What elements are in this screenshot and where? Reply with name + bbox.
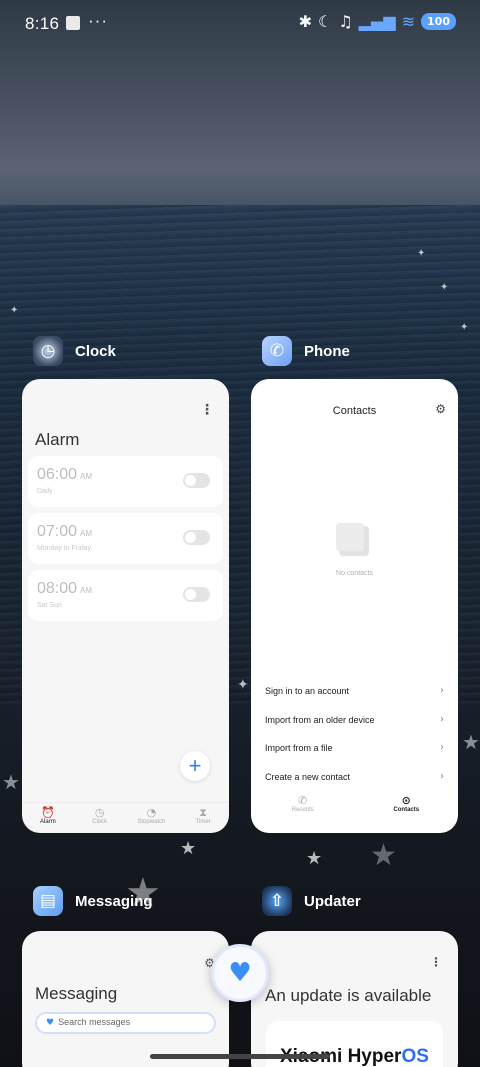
signal-icon: ▂▄▆ (358, 12, 396, 31)
alarm-toggle[interactable] (183, 473, 210, 488)
alarm-time: 07:00 AM (37, 523, 93, 540)
clock-icon: ◷ (94, 806, 105, 819)
phone-app-name: Phone (304, 342, 350, 360)
floating-heart-button[interactable]: ♥ (211, 944, 269, 1002)
alarm-repeat: Monday to Friday (37, 545, 92, 552)
alarm-row[interactable]: 07:00 AM Monday to Friday (28, 513, 223, 564)
timer-icon: ⧗ (199, 806, 207, 819)
clock-app-name: Clock (75, 342, 116, 360)
tab-recents[interactable]: ✆ Recents (251, 791, 355, 814)
alarm-repeat: Sat Sun (37, 602, 62, 609)
updater-recent-card[interactable]: ⋮ An update is available Xiaomi HyperOS (251, 931, 458, 1067)
wallpaper-star: ★ (180, 838, 197, 859)
tab-timer[interactable]: ⧗ Timer (177, 803, 229, 832)
bluetooth-icon: ✱ (298, 12, 313, 31)
phone-bottom-nav: ✆ Recents ⊙ Contacts (251, 791, 459, 814)
wallpaper-star: ★ (462, 730, 480, 754)
heart-icon: ♥ (228, 958, 252, 988)
sign-in-account-row[interactable]: Sign in to an account › (265, 685, 444, 706)
notification-square-icon (66, 16, 80, 30)
contacts-screen-title: Contacts (332, 405, 377, 417)
alarm-repeat: Daily (37, 488, 53, 495)
alarm-time: 06:00 AM (37, 466, 93, 483)
tab-stopwatch[interactable]: ◔ Stopwatch (126, 803, 178, 832)
search-messages-input[interactable]: ♥ Search messages (35, 1012, 216, 1034)
wallpaper-star: ✦ (237, 677, 249, 693)
update-available-title: An update is available (265, 986, 432, 1005)
status-bar: 8:16 ··· ✱ ☾ ♫ ▂▄▆ ≋ 100 (0, 0, 480, 46)
empty-contacts-icon (336, 523, 369, 556)
stopwatch-icon: ◔ (146, 806, 157, 819)
import-older-device-row[interactable]: Import from an older device › (265, 714, 444, 735)
updater-app-name: Updater (304, 892, 361, 910)
clock-recent-card[interactable]: ⋮ Alarm 06:00 AM Daily 07:00 AM Monday to … (22, 379, 229, 833)
do-not-disturb-icon: ☾ (318, 12, 333, 31)
wallpaper-star: ✦ (417, 248, 426, 259)
wallpaper-star: ✦ (440, 282, 449, 293)
settings-gear-icon[interactable]: ⚙ (435, 402, 446, 416)
chevron-right-icon: › (440, 771, 444, 782)
contacts-icon: ⊙ (401, 794, 411, 807)
create-contact-row[interactable]: Create a new contact › (265, 771, 444, 792)
wallpaper-star: ✦ (460, 322, 469, 333)
tab-contacts[interactable]: ⊙ Contacts (355, 791, 459, 814)
phone-recent-card[interactable]: Contacts ⚙ No contacts Sign in to an acc… (251, 379, 458, 833)
silent-bell-icon: ♫ (338, 12, 353, 31)
clock-app-header[interactable]: ◷ Clock (33, 336, 116, 366)
import-file-row[interactable]: Import from a file › (265, 742, 444, 763)
messaging-screen-title: Messaging (35, 984, 118, 1003)
tab-alarm[interactable]: ⏰ Alarm (22, 803, 74, 832)
status-time: 8:16 (25, 14, 60, 33)
more-options-icon[interactable]: ⋮ (200, 401, 214, 418)
clock-app-icon: ◷ (33, 336, 63, 366)
wallpaper-star: ★ (2, 770, 20, 794)
chevron-right-icon: › (440, 714, 444, 725)
messaging-app-icon: ▤ (33, 886, 63, 916)
tab-clock[interactable]: ◷ Clock (74, 803, 126, 832)
more-notifications-icon: ··· (88, 11, 108, 30)
chevron-right-icon: › (440, 742, 444, 753)
updater-app-header[interactable]: ⇧ Updater (262, 886, 361, 916)
updater-app-icon: ⇧ (262, 886, 292, 916)
messaging-recent-card[interactable]: ⚙ Messaging ♥ Search messages (22, 931, 229, 1067)
alarm-time: 08:00 AM (37, 580, 93, 597)
wallpaper-star: ✦ (10, 305, 19, 316)
clock-bottom-nav: ⏰ Alarm ◷ Clock ◔ Stopwatch ⧗ Timer (22, 802, 229, 832)
phone-app-header[interactable]: ✆ Phone (262, 336, 350, 366)
alarm-toggle[interactable] (183, 587, 210, 602)
wifi-icon: ≋ (401, 12, 416, 31)
wallpaper-star: ★ (370, 838, 397, 873)
alarm-toggle[interactable] (183, 530, 210, 545)
alarm-row[interactable]: 08:00 AM Sat Sun (28, 570, 223, 621)
alarm-screen-title: Alarm (35, 430, 80, 449)
phone-app-icon: ✆ (262, 336, 292, 366)
recents-icon: ✆ (298, 794, 308, 807)
alarm-icon: ⏰ (41, 806, 55, 819)
home-indicator[interactable] (150, 1054, 330, 1059)
battery-icon: 100 (421, 13, 456, 30)
messaging-app-name: Messaging (75, 892, 153, 910)
chevron-right-icon: › (440, 685, 444, 696)
messaging-app-header[interactable]: ▤ Messaging (33, 886, 153, 916)
alarm-row[interactable]: 06:00 AM Daily (28, 456, 223, 507)
status-icons: ✱ ☾ ♫ ▂▄▆ ≋ 100 (299, 12, 456, 31)
wallpaper-star: ★ (306, 848, 323, 869)
more-options-icon[interactable]: ⋮ (430, 955, 442, 969)
heart-icon: ♥ (46, 1018, 55, 1028)
add-alarm-button[interactable]: + (180, 751, 210, 781)
update-panel[interactable]: Xiaomi HyperOS (266, 1021, 443, 1067)
empty-contacts-text: No contacts (336, 570, 373, 577)
